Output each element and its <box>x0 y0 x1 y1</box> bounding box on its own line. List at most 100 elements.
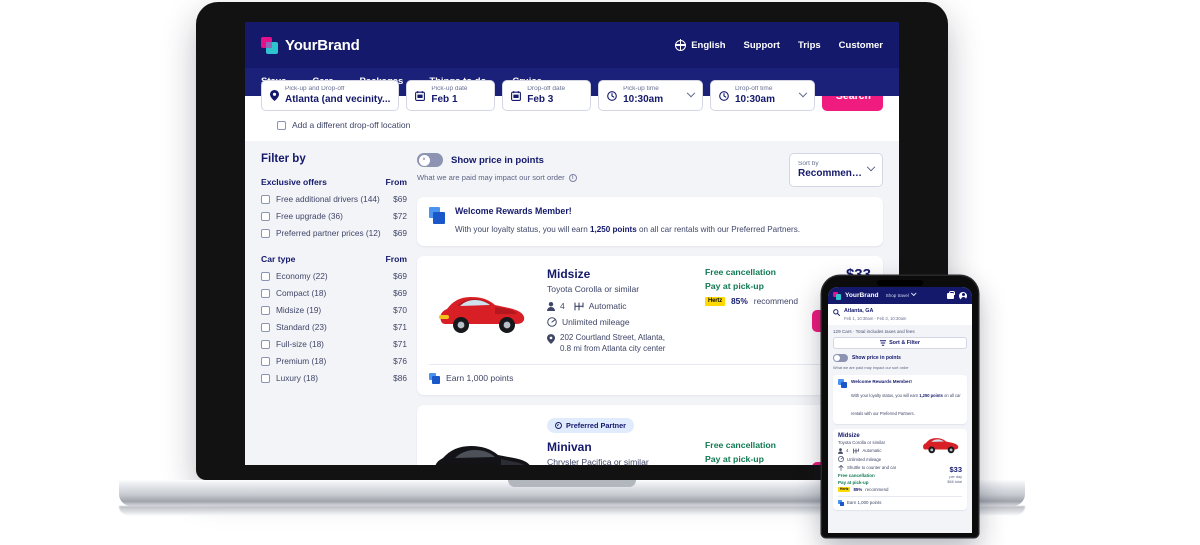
dropoff-time-value: 10:30am <box>734 94 776 105</box>
car-subtitle: Chrysler Pacifica or similar <box>547 456 649 465</box>
trips-bag-icon[interactable] <box>947 290 955 299</box>
filter-checkbox[interactable] <box>261 322 270 332</box>
transmission-icon <box>853 448 860 453</box>
phone-points-toggle[interactable] <box>833 353 848 362</box>
info-icon[interactable]: i <box>568 173 577 182</box>
filter-checkbox[interactable] <box>261 228 270 238</box>
filter-group-exclusive-offers: Exclusive offers From Free additional dr… <box>261 177 407 238</box>
phone-search-summary[interactable]: Atlanta, GA Feb 1, 10:30am - Feb 3, 10:3… <box>828 304 972 325</box>
pickup-date-field[interactable]: Pick-up date Feb 1 <box>406 80 496 111</box>
phone-header: YourBrand Shop travel <box>828 287 972 304</box>
results-area: Filter by Exclusive offers From Free add… <box>245 141 899 465</box>
calendar-icon <box>415 90 426 101</box>
points-toggle-row[interactable]: × Show price in points <box>417 153 577 167</box>
filter-checkbox[interactable] <box>261 356 270 366</box>
rewards-text-before: With your loyalty status, you will earn <box>455 225 590 234</box>
filter-row[interactable]: Standard (23) $71 <box>261 322 407 332</box>
car-recommend-pct: 85% <box>731 296 748 306</box>
filter-checkbox[interactable] <box>261 373 270 383</box>
badge-label: Preferred Partner <box>566 420 627 430</box>
car-result-card-minivan[interactable]: Preferred Partner Minivan Chrysler Pacif… <box>417 404 883 465</box>
filter-row[interactable]: Midsize (19) $70 <box>261 305 407 315</box>
car-seats: 4 <box>560 301 565 311</box>
filter-checkbox[interactable] <box>261 271 270 281</box>
filter-group-from-label: From <box>385 254 407 264</box>
filter-checkbox[interactable] <box>261 288 270 298</box>
filter-checkbox[interactable] <box>261 339 270 349</box>
person-icon <box>838 447 843 454</box>
phone-car-price-block: $33 per day $66 total <box>947 466 962 484</box>
filter-checkbox[interactable] <box>261 211 270 221</box>
red-sedan-image <box>923 437 959 453</box>
car-mileage: Unlimited mileage <box>562 317 630 327</box>
points-toggle[interactable]: × <box>417 153 443 167</box>
filter-group-from-label: From <box>385 177 407 187</box>
different-dropoff-checkbox[interactable] <box>277 120 286 130</box>
phone-car-result-card[interactable]: Midsize Toyota Corolla or similar 4 Auto… <box>833 428 967 510</box>
filter-price: $76 <box>393 356 407 366</box>
filter-row[interactable]: Preferred partner prices (12) $69 <box>261 228 407 238</box>
filter-label: Free upgrade (36) <box>276 211 343 221</box>
rewards-logo-icon <box>838 499 844 506</box>
header-link-support[interactable]: Support <box>744 40 780 51</box>
sort-disclosure: What we are paid may impact our sort ord… <box>417 173 577 182</box>
car-earn-points: Earn 1,000 points <box>429 372 871 385</box>
car-result-card-midsize[interactable]: Midsize Toyota Corolla or similar 4 Auto… <box>417 256 883 395</box>
filter-row[interactable]: Full-size (18) $71 <box>261 339 407 349</box>
phone-notch <box>877 280 923 286</box>
phone-sort-filter-button[interactable]: Sort & Filter <box>833 336 967 349</box>
card-divider <box>429 363 871 365</box>
clock-icon <box>607 90 617 101</box>
header-link-trips[interactable]: Trips <box>798 40 821 51</box>
pickup-date-value: Feb 1 <box>431 94 458 105</box>
filter-label: Full-size (18) <box>276 339 324 349</box>
pickup-time-field[interactable]: Pick-up time 10:30am <box>598 80 703 111</box>
car-cancellation: Free cancellation <box>705 267 776 277</box>
account-avatar-icon[interactable] <box>959 291 967 300</box>
shuttle-icon <box>838 464 844 471</box>
filter-row[interactable]: Luxury (18) $86 <box>261 373 407 383</box>
black-minivan-image <box>435 445 530 465</box>
pickup-location-field[interactable]: Pick-up and Drop-off Atlanta (and vecini… <box>261 80 400 111</box>
header-link-english[interactable]: English <box>674 39 726 51</box>
car-image-midsize <box>429 267 537 355</box>
pin-icon <box>270 90 279 101</box>
brand-name: YourBrand <box>285 36 360 54</box>
pickup-location-label: Pick-up and Drop-off <box>285 86 345 93</box>
filter-row[interactable]: Compact (18) $69 <box>261 288 407 298</box>
phone-shop-travel-menu[interactable]: Shop travel <box>886 290 917 298</box>
filter-price: $72 <box>393 211 407 221</box>
header-link-customer[interactable]: Customer <box>839 40 883 51</box>
filter-checkbox[interactable] <box>261 305 270 315</box>
pickup-time-label: Pick-up time <box>623 86 659 93</box>
dropoff-date-field[interactable]: Drop-off date Feb 3 <box>502 80 592 111</box>
brand-logo[interactable]: YourBrand <box>261 36 360 54</box>
phone-rewards-text: With your loyalty status, you will earn … <box>851 393 961 416</box>
filter-price: $69 <box>393 228 407 238</box>
filter-label: Midsize (19) <box>276 305 322 315</box>
phone-car-cancellation: Free cancellation <box>838 473 875 478</box>
phone-points-toggle-row[interactable]: Show price in points <box>828 353 972 362</box>
sort-by-label: Sort by <box>798 160 819 167</box>
phone-rewards-banner: Welcome Rewards Member! With your loyalt… <box>833 374 967 424</box>
phone-rewards-points: 1,250 points <box>919 392 943 398</box>
filter-row[interactable]: Free upgrade (36) $72 <box>261 211 407 221</box>
car-spec-address: 202 Courtland Street, Atlanta, 0.8 mi fr… <box>547 333 699 355</box>
filter-checkbox[interactable] <box>261 194 270 204</box>
phone-car-earn-label: Earn 1,000 points <box>847 500 882 505</box>
sort-by-select[interactable]: Sort by Recommended <box>789 153 883 187</box>
filter-row[interactable]: Free additional drivers (144) $69 <box>261 194 407 204</box>
phone-rewards-text-before: With your loyalty status, you will earn <box>851 392 920 398</box>
filter-row[interactable]: Premium (18) $76 <box>261 356 407 366</box>
partner-icon <box>555 421 562 429</box>
filter-row[interactable]: Economy (22) $69 <box>261 271 407 281</box>
car-address-line1: 202 Courtland Street, Atlanta, <box>560 333 665 342</box>
car-spec-seats: 4 Automatic <box>547 301 699 311</box>
dropoff-time-label: Drop-off time <box>734 86 773 93</box>
person-icon <box>547 301 555 311</box>
rewards-banner: Welcome Rewards Member! With your loyalt… <box>417 197 883 246</box>
hertz-logo-icon: Hertz <box>838 486 851 492</box>
dropoff-time-field[interactable]: Drop-off time 10:30am <box>709 80 815 111</box>
different-dropoff-row[interactable]: Add a different drop-off location <box>261 111 883 141</box>
phone-sort-disclosure: What we are paid may impact our sort ord… <box>833 364 909 370</box>
